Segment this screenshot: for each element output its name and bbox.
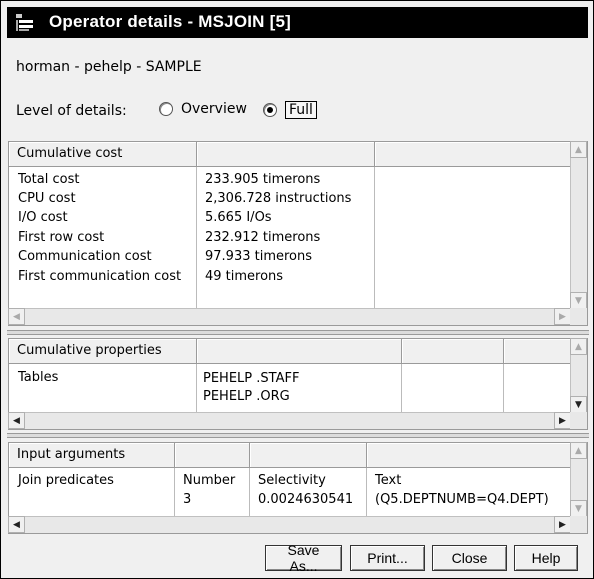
column-header-empty[interactable]: [375, 142, 570, 167]
horizontal-scrollbar[interactable]: ◀ ▶: [8, 308, 571, 325]
cost-value: 2,306.728 instructions: [205, 191, 352, 206]
vertical-scrollbar[interactable]: ▲ ▼: [570, 442, 587, 517]
column-divider: [196, 364, 197, 412]
cost-label: First communication cost: [18, 269, 182, 284]
column-divider: [401, 364, 402, 412]
scroll-down-arrow-icon[interactable]: ▼: [570, 396, 587, 413]
cumulative-properties-panel: Cumulative properties Tables PEHELP .STA…: [8, 338, 588, 430]
column-divider: [196, 167, 197, 308]
splitter-bar[interactable]: [7, 433, 589, 438]
connection-label: horman - pehelp - SAMPLE: [16, 59, 202, 75]
number-column-label: Number: [183, 473, 236, 488]
column-divider: [174, 468, 175, 516]
close-button[interactable]: Close: [432, 545, 507, 571]
column-header-empty[interactable]: [402, 339, 504, 364]
table-name: PEHELP .ORG: [203, 389, 290, 404]
cumulative-cost-grid: Cumulative cost Total cost 233.905 timer…: [9, 142, 570, 308]
window-title: Operator details - MSJOIN [5]: [49, 12, 291, 31]
print-button[interactable]: Print...: [350, 545, 425, 571]
input-arguments-header[interactable]: Input arguments: [9, 443, 175, 468]
cost-label: Communication cost: [18, 249, 152, 264]
horizontal-scrollbar[interactable]: ◀ ▶: [8, 516, 571, 533]
save-as-button[interactable]: Save As...: [265, 542, 342, 574]
scrollbar-corner: [570, 516, 587, 533]
column-header-empty[interactable]: [504, 339, 570, 364]
cumulative-cost-panel: Cumulative cost Total cost 233.905 timer…: [8, 141, 588, 326]
help-button[interactable]: Help: [514, 545, 578, 571]
cost-value: 233.905 timerons: [205, 172, 321, 187]
cost-label: CPU cost: [18, 191, 76, 206]
column-header-empty[interactable]: [197, 142, 375, 167]
column-header-empty[interactable]: [367, 443, 570, 468]
join-predicates-label: Join predicates: [18, 473, 114, 488]
cost-label: Total cost: [18, 172, 80, 187]
scroll-left-arrow-icon[interactable]: ◀: [8, 412, 25, 429]
table-name: PEHELP .STAFF: [203, 371, 300, 386]
cost-value: 49 timerons: [205, 269, 284, 284]
cumulative-cost-header[interactable]: Cumulative cost: [9, 142, 197, 167]
title-bar: Operator details - MSJOIN [5]: [7, 7, 588, 38]
radio-full-label[interactable]: Full: [285, 101, 317, 119]
scroll-up-arrow-icon[interactable]: ▲: [570, 442, 587, 459]
cumulative-properties-header[interactable]: Cumulative properties: [9, 339, 197, 364]
operator-details-window: Operator details - MSJOIN [5] horman - p…: [0, 0, 594, 579]
scroll-down-arrow-icon[interactable]: ▼: [570, 500, 587, 517]
selectivity-column-label: Selectivity: [258, 473, 326, 488]
cost-value: 232.912 timerons: [205, 230, 321, 245]
tables-label: Tables: [18, 370, 59, 385]
cost-value: 97.933 timerons: [205, 249, 313, 264]
horizontal-scrollbar[interactable]: ◀ ▶: [8, 412, 571, 429]
column-header-empty[interactable]: [197, 339, 402, 364]
column-header-empty[interactable]: [250, 443, 367, 468]
radio-button-icon[interactable]: [159, 102, 173, 116]
splitter-bar[interactable]: [7, 330, 589, 335]
scroll-left-arrow-icon[interactable]: ◀: [8, 516, 25, 533]
column-divider: [366, 468, 367, 516]
scroll-up-arrow-icon[interactable]: ▲: [570, 141, 587, 158]
scroll-up-arrow-icon[interactable]: ▲: [570, 338, 587, 355]
input-arguments-panel: Input arguments Join predicates Number S…: [8, 442, 588, 534]
vertical-scrollbar[interactable]: ▲ ▼: [570, 141, 587, 309]
scroll-left-arrow-icon[interactable]: ◀: [8, 308, 25, 325]
radio-full[interactable]: Full: [263, 101, 317, 119]
input-arguments-grid: Input arguments Join predicates Number S…: [9, 443, 570, 516]
scroll-right-arrow-icon[interactable]: ▶: [554, 308, 571, 325]
window-icon[interactable]: [15, 13, 37, 33]
vertical-scrollbar[interactable]: ▲ ▼: [570, 338, 587, 413]
radio-button-selected-icon[interactable]: [263, 103, 277, 117]
scroll-down-arrow-icon[interactable]: ▼: [570, 292, 587, 309]
text-column-label: Text: [375, 473, 402, 488]
scroll-right-arrow-icon[interactable]: ▶: [554, 516, 571, 533]
radio-overview-label[interactable]: Overview: [181, 101, 247, 117]
cumulative-properties-grid: Cumulative properties Tables PEHELP .STA…: [9, 339, 570, 412]
selectivity-value: 0.0024630541: [258, 492, 354, 507]
number-value: 3: [183, 492, 192, 507]
scroll-right-arrow-icon[interactable]: ▶: [554, 412, 571, 429]
cost-value: 5.665 I/Os: [205, 210, 272, 225]
radio-overview[interactable]: Overview: [159, 101, 247, 117]
scrollbar-corner: [570, 412, 587, 429]
level-of-details-label: Level of details:: [16, 103, 127, 119]
scrollbar-corner: [570, 308, 587, 325]
cost-label: I/O cost: [18, 210, 68, 225]
column-header-empty[interactable]: [175, 443, 250, 468]
column-divider: [503, 364, 504, 412]
column-divider: [249, 468, 250, 516]
predicate-text-value: (Q5.DEPTNUMB=Q4.DEPT): [375, 492, 549, 507]
cost-label: First row cost: [18, 230, 105, 245]
column-divider: [374, 167, 375, 308]
